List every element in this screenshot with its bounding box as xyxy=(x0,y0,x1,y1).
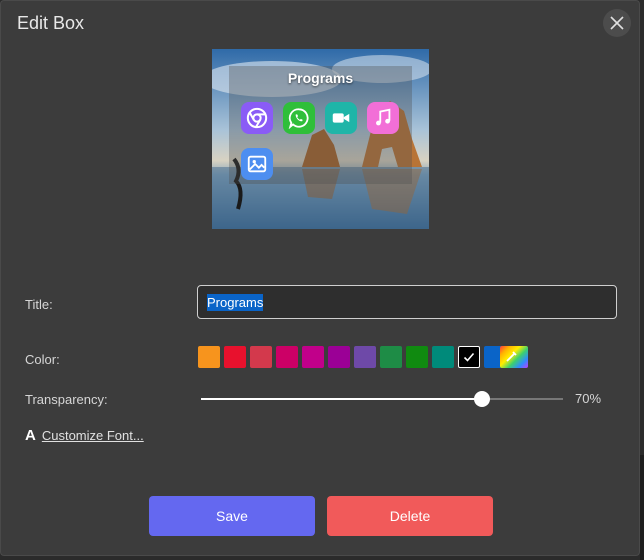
dialog-title: Edit Box xyxy=(17,13,85,33)
app-chrome xyxy=(241,102,273,134)
transparency-slider[interactable] xyxy=(201,391,563,407)
title-label: Title: xyxy=(25,297,53,312)
color-swatch[interactable] xyxy=(432,346,454,368)
slider-thumb[interactable] xyxy=(474,391,490,407)
customize-font-link[interactable]: A Customize Font... xyxy=(25,427,144,444)
save-button[interactable]: Save xyxy=(149,496,315,536)
checkmark-icon xyxy=(463,352,475,362)
edit-box-dialog: Edit Box Programs Title: Programs Color:… xyxy=(0,0,640,556)
color-swatch[interactable] xyxy=(302,346,324,368)
video-camera-icon xyxy=(332,113,350,123)
font-icon: A xyxy=(25,427,36,444)
color-swatch[interactable] xyxy=(224,346,246,368)
customize-font-label[interactable]: Customize Font... xyxy=(42,428,144,443)
color-swatch[interactable] xyxy=(354,346,376,368)
music-note-icon xyxy=(376,108,391,126)
close-button[interactable] xyxy=(603,9,631,37)
app-photos xyxy=(241,148,273,180)
title-input[interactable]: Programs xyxy=(197,285,617,319)
color-swatch[interactable] xyxy=(250,346,272,368)
window-edge xyxy=(640,455,644,560)
close-icon xyxy=(610,16,624,30)
color-swatch[interactable] xyxy=(276,346,298,368)
color-swatch[interactable] xyxy=(406,346,428,368)
box-overlay: Programs xyxy=(229,66,412,184)
box-title: Programs xyxy=(287,70,354,86)
delete-button[interactable]: Delete xyxy=(327,496,493,536)
app-video xyxy=(325,102,357,134)
image-icon xyxy=(247,155,267,173)
slider-fill xyxy=(201,398,482,400)
title-input-value: Programs xyxy=(207,293,264,311)
app-music xyxy=(367,102,399,134)
box-preview: Programs xyxy=(212,49,429,229)
color-swatch[interactable] xyxy=(198,346,220,368)
color-label: Color: xyxy=(25,352,60,367)
whatsapp-icon xyxy=(288,108,309,129)
color-swatch[interactable] xyxy=(328,346,350,368)
color-picker-icon xyxy=(506,351,517,362)
app-whatsapp xyxy=(283,102,315,134)
chrome-icon xyxy=(246,107,268,129)
transparency-label: Transparency: xyxy=(25,392,108,407)
custom-color-button[interactable] xyxy=(500,346,528,368)
color-swatch[interactable] xyxy=(380,346,402,368)
transparency-value: 70% xyxy=(575,391,602,406)
color-swatch[interactable] xyxy=(458,346,480,368)
